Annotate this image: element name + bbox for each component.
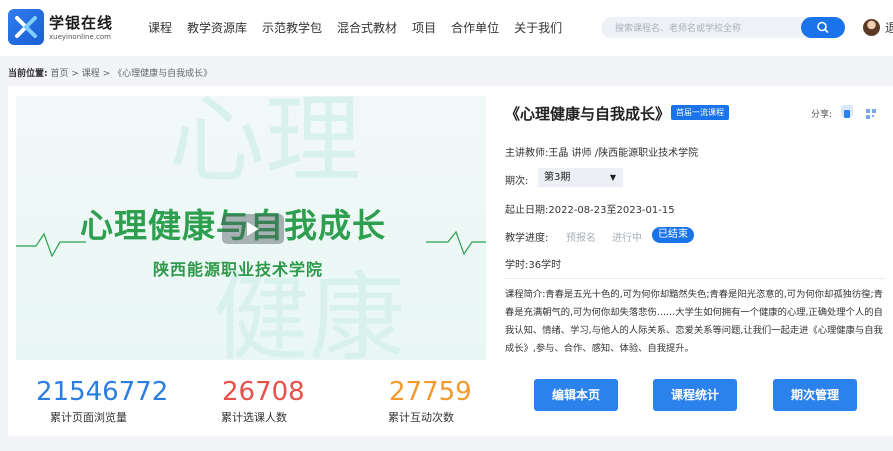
breadcrumb-home[interactable]: 首页 — [50, 69, 68, 79]
course-stats-button[interactable]: 课程统计 — [653, 379, 737, 411]
nav-item-courses[interactable]: 课程 — [148, 19, 172, 36]
stat-interactions-value: 27759 — [389, 377, 472, 407]
logo-name[interactable]: 学银在线 — [49, 12, 113, 33]
breadcrumb-separator: > — [102, 69, 111, 79]
progress-step-ended: 已结束 — [652, 227, 694, 243]
course-video[interactable]: 心理 健康 心理健康与自我成长 陕西能源职业技术学院 — [16, 96, 486, 360]
course-intro: 课程简介:青春是五光十色的,可为何你却黯然失色;青春是阳光恣意的,可为何你却孤独… — [505, 289, 883, 354]
breadcrumb-separator: > — [71, 69, 79, 79]
top-header: 学银在线 xueyinonline.com 课程 教学资源库 示范教学包 混合式… — [0, 0, 893, 56]
search-box: 搜索课程名、老师名或学校全称 — [601, 17, 845, 38]
nav-item-demo-packs[interactable]: 示范教学包 — [262, 19, 322, 36]
term-management-button[interactable]: 期次管理 — [773, 379, 857, 411]
breadcrumb: 当前位置: 首页 > 课程 > 《心理健康与自我成长》 — [8, 66, 212, 79]
stat-interactions-label: 累计互动次数 — [388, 411, 454, 424]
share-qrcode-icon[interactable] — [865, 105, 877, 119]
term-select-value: 第3期 — [544, 172, 571, 183]
course-teacher: 主讲教师:王晶 讲师 /陕西能源职业技术学院 — [505, 148, 699, 159]
breadcrumb-label: 当前位置: — [8, 69, 48, 79]
progress-step-ongoing: 进行中 — [612, 233, 642, 244]
play-button[interactable] — [222, 214, 284, 244]
logo-url: xueyinonline.com — [49, 33, 111, 41]
search-icon — [817, 21, 829, 33]
nav-item-textbooks[interactable]: 混合式教材 — [337, 19, 397, 36]
stat-enrolled-value: 26708 — [222, 377, 305, 407]
stat-page-views-value: 21546772 — [36, 377, 169, 407]
progress-label: 教学进度: — [505, 233, 549, 244]
nav-item-projects[interactable]: 项目 — [412, 19, 436, 36]
nav-item-partners[interactable]: 合作单位 — [451, 19, 499, 36]
search-button[interactable] — [801, 17, 845, 38]
search-input[interactable]: 搜索课程名、老师名或学校全称 — [615, 21, 741, 34]
stat-page-views-label: 累计页面浏览量 — [50, 411, 127, 424]
term-label: 期次: — [505, 176, 529, 187]
breadcrumb-current: 《心理健康与自我成长》 — [113, 69, 213, 79]
video-subtitle: 陕西能源职业技术学院 — [153, 260, 324, 279]
stat-enrolled-label: 累计选课人数 — [221, 411, 287, 424]
divider — [505, 278, 885, 279]
edit-page-button[interactable]: 编辑本页 — [534, 379, 618, 411]
main-nav: 课程 教学资源库 示范教学包 混合式教材 项目 合作单位 关于我们 — [148, 19, 562, 36]
logo-icon[interactable] — [8, 9, 44, 45]
course-dates: 起止日期:2022-08-23至2023-01-15 — [505, 205, 675, 216]
avatar[interactable] — [863, 19, 880, 36]
dropdown-arrow-icon: ▼ — [609, 173, 616, 182]
nav-item-resources[interactable]: 教学资源库 — [187, 19, 247, 36]
share-label: 分享: — [811, 110, 833, 120]
logout-link[interactable]: 退出 — [885, 19, 893, 36]
share-qzone-icon[interactable] — [841, 105, 853, 118]
breadcrumb-courses[interactable]: 课程 — [82, 69, 100, 79]
term-select[interactable]: 第3期 ▼ — [538, 168, 623, 187]
progress-step-preregister: 预报名 — [566, 233, 596, 244]
nav-item-about[interactable]: 关于我们 — [514, 19, 562, 36]
course-hours: 学时:36学时 — [505, 260, 562, 271]
play-icon — [247, 222, 259, 236]
course-title: 《心理健康与自我成长》 — [505, 105, 671, 123]
first-class-badge: 首届一流课程 — [671, 105, 729, 120]
